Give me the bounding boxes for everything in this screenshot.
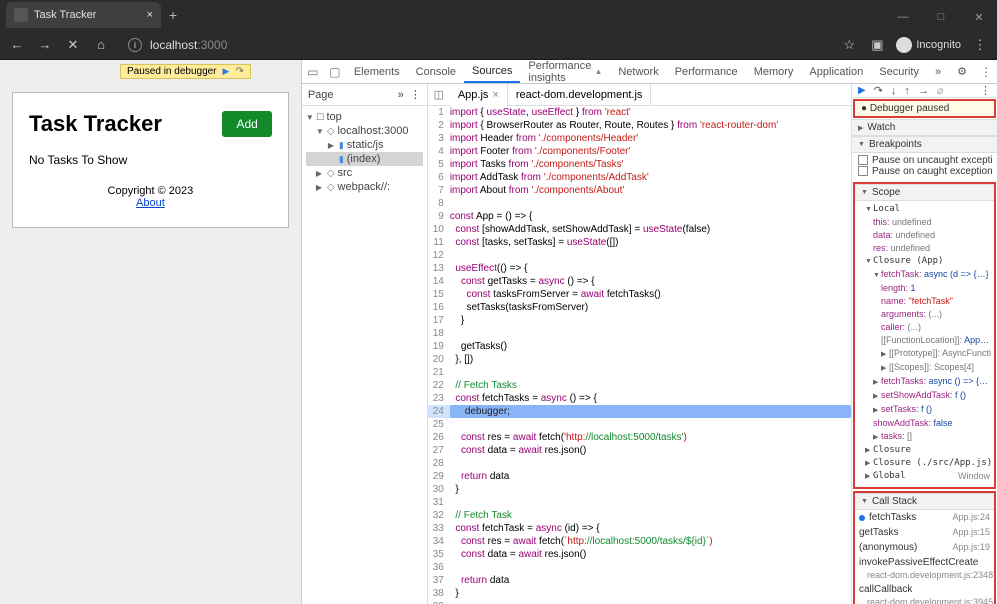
app-footer: Copyright © 2023 About bbox=[29, 185, 272, 209]
debugger-paused-banner: ● Debugger paused bbox=[853, 99, 996, 118]
menu-icon[interactable]: ⋮ bbox=[971, 37, 989, 53]
favicon bbox=[14, 8, 28, 22]
step-button[interactable]: → bbox=[918, 85, 929, 97]
tab-performance[interactable]: Performance bbox=[667, 60, 746, 83]
resume-icon[interactable]: ▶ bbox=[223, 66, 230, 77]
incognito-icon bbox=[896, 37, 912, 53]
step-into-button[interactable]: ↓ bbox=[891, 85, 897, 97]
url-bar[interactable]: i localhost:3000 bbox=[120, 34, 830, 56]
forward-button[interactable]: → bbox=[36, 37, 54, 52]
tab-sources[interactable]: Sources bbox=[464, 60, 520, 83]
step-out-button[interactable]: ↑ bbox=[904, 85, 910, 97]
about-link[interactable]: About bbox=[136, 197, 165, 209]
tab-memory[interactable]: Memory bbox=[746, 60, 802, 83]
browser-tab[interactable]: Task Tracker × bbox=[6, 2, 161, 28]
code-panel: ◫ App.js× react-dom.development.js 1impo… bbox=[428, 84, 851, 604]
window-controls: — □ ✕ bbox=[885, 4, 997, 30]
devtools-menu-icon[interactable]: ⋮ bbox=[975, 60, 997, 83]
tree-webpack[interactable]: ▶◇ webpack//: bbox=[306, 180, 423, 194]
bp-uncaught[interactable]: Pause on uncaught exceptions bbox=[856, 155, 993, 166]
maximize-button[interactable]: □ bbox=[923, 4, 959, 30]
tree-src[interactable]: ▶◇ src bbox=[306, 166, 423, 180]
star-icon[interactable]: ☆ bbox=[840, 37, 858, 53]
nav-toggle-icon[interactable]: ◫ bbox=[428, 88, 450, 101]
debugger-controls: ▶ ↷ ↓ ↑ → ⌀ ⋮ bbox=[852, 84, 997, 98]
more-tabs-icon[interactable]: » bbox=[927, 60, 949, 83]
new-tab-button[interactable]: + bbox=[161, 7, 185, 23]
code-editor[interactable]: 1import { useState, useEffect } from 're… bbox=[428, 106, 851, 604]
device-icon[interactable]: ▢ bbox=[324, 60, 346, 83]
step-over-button[interactable]: ↷ bbox=[874, 84, 883, 97]
step-over-icon[interactable]: ↷ bbox=[235, 66, 243, 77]
file-tab-app[interactable]: App.js× bbox=[450, 84, 508, 106]
breakpoints-section[interactable]: ▼Breakpoints bbox=[852, 136, 997, 153]
tab-network[interactable]: Network bbox=[610, 60, 666, 83]
close-tab-icon[interactable]: × bbox=[147, 9, 153, 21]
tab-security[interactable]: Security bbox=[871, 60, 927, 83]
navigator-menu-icon[interactable]: ⋮ bbox=[410, 88, 421, 101]
url-host: localhost:3000 bbox=[150, 38, 227, 52]
debugger-sidebar: ▶ ↷ ↓ ↑ → ⌀ ⋮ ● Debugger paused ▶Watch ▼… bbox=[851, 84, 997, 604]
callstack-frame[interactable]: fetchTasksApp.js:24 bbox=[855, 510, 994, 525]
tab-title: Task Tracker bbox=[34, 9, 96, 21]
close-file-icon[interactable]: × bbox=[492, 89, 498, 101]
resume-button[interactable]: ▶ bbox=[858, 85, 866, 96]
devtools-tabbar: ▭ ▢ Elements Console Sources Performance… bbox=[302, 60, 997, 84]
callstack-frame[interactable]: getTasksApp.js:15 bbox=[855, 525, 994, 540]
tab-elements[interactable]: Elements bbox=[346, 60, 408, 83]
callstack-frame[interactable]: invokePassiveEffectCreate bbox=[855, 555, 994, 570]
tree-static[interactable]: ▶▮ static/js bbox=[306, 138, 423, 152]
bp-caught[interactable]: Pause on caught exceptions bbox=[856, 166, 993, 177]
site-info-icon[interactable]: i bbox=[128, 38, 142, 52]
stop-button[interactable]: ✕ bbox=[64, 37, 82, 53]
deactivate-breakpoints-button[interactable]: ⌀ bbox=[937, 84, 944, 97]
tree-host[interactable]: ▼◇ localhost:3000 bbox=[306, 124, 423, 138]
tab-application[interactable]: Application bbox=[801, 60, 871, 83]
watch-section[interactable]: ▶Watch bbox=[852, 119, 997, 136]
scope-box: ▼Scope ▼Localthis: undefineddata: undefi… bbox=[853, 182, 996, 489]
callstack-section[interactable]: ▼Call Stack bbox=[855, 493, 994, 510]
settings-gear-icon[interactable]: ⚙ bbox=[949, 60, 975, 83]
tab-perf-insights[interactable]: Performance insights ▲ bbox=[520, 60, 610, 83]
navigator-page-label[interactable]: Page bbox=[308, 89, 392, 101]
inspect-icon[interactable]: ▭ bbox=[302, 60, 324, 83]
minimize-button[interactable]: — bbox=[885, 4, 921, 30]
app-container: Task Tracker Add No Tasks To Show Copyri… bbox=[12, 92, 289, 228]
add-button[interactable]: Add bbox=[222, 111, 271, 137]
extensions-icon[interactable]: ▣ bbox=[868, 37, 886, 53]
home-button[interactable]: ⌂ bbox=[92, 37, 110, 52]
callstack-box: ▼Call Stack fetchTasksApp.js:24getTasksA… bbox=[853, 491, 996, 604]
no-tasks-text: No Tasks To Show bbox=[29, 153, 272, 167]
callstack-frame[interactable]: callCallback bbox=[855, 582, 994, 597]
tree-index[interactable]: ▮ (index) bbox=[306, 152, 423, 166]
app-title: Task Tracker bbox=[29, 111, 162, 137]
more-debugger-icon[interactable]: ⋮ bbox=[980, 84, 991, 97]
window-titlebar: Task Tracker × + — □ ✕ bbox=[0, 0, 997, 30]
back-button[interactable]: ← bbox=[8, 37, 26, 52]
paused-overlay: Paused in debugger ▶ ↷ bbox=[120, 64, 251, 79]
copyright-text: Copyright © 2023 bbox=[29, 185, 272, 197]
callstack-frame[interactable]: (anonymous)App.js:19 bbox=[855, 540, 994, 555]
file-tree: ▼□ top ▼◇ localhost:3000 ▶▮ static/js ▮ … bbox=[302, 106, 427, 198]
scope-section[interactable]: ▼Scope bbox=[855, 184, 994, 201]
close-window-button[interactable]: ✕ bbox=[961, 4, 997, 30]
chevron-right-icon[interactable]: » bbox=[398, 89, 404, 101]
browser-toolbar: ← → ✕ ⌂ i localhost:3000 ☆ ▣ Incognito ⋮ bbox=[0, 30, 997, 60]
file-tab-reactdom[interactable]: react-dom.development.js bbox=[508, 84, 652, 106]
tree-top[interactable]: ▼□ top bbox=[306, 110, 423, 124]
open-file-tabs: ◫ App.js× react-dom.development.js bbox=[428, 84, 851, 106]
sources-navigator: Page » ⋮ ▼□ top ▼◇ localhost:3000 ▶▮ sta… bbox=[302, 84, 428, 604]
devtools-panel: ▭ ▢ Elements Console Sources Performance… bbox=[301, 60, 997, 604]
tab-console[interactable]: Console bbox=[408, 60, 464, 83]
incognito-badge[interactable]: Incognito bbox=[896, 37, 961, 53]
page-viewport: Paused in debugger ▶ ↷ Task Tracker Add … bbox=[0, 60, 301, 604]
